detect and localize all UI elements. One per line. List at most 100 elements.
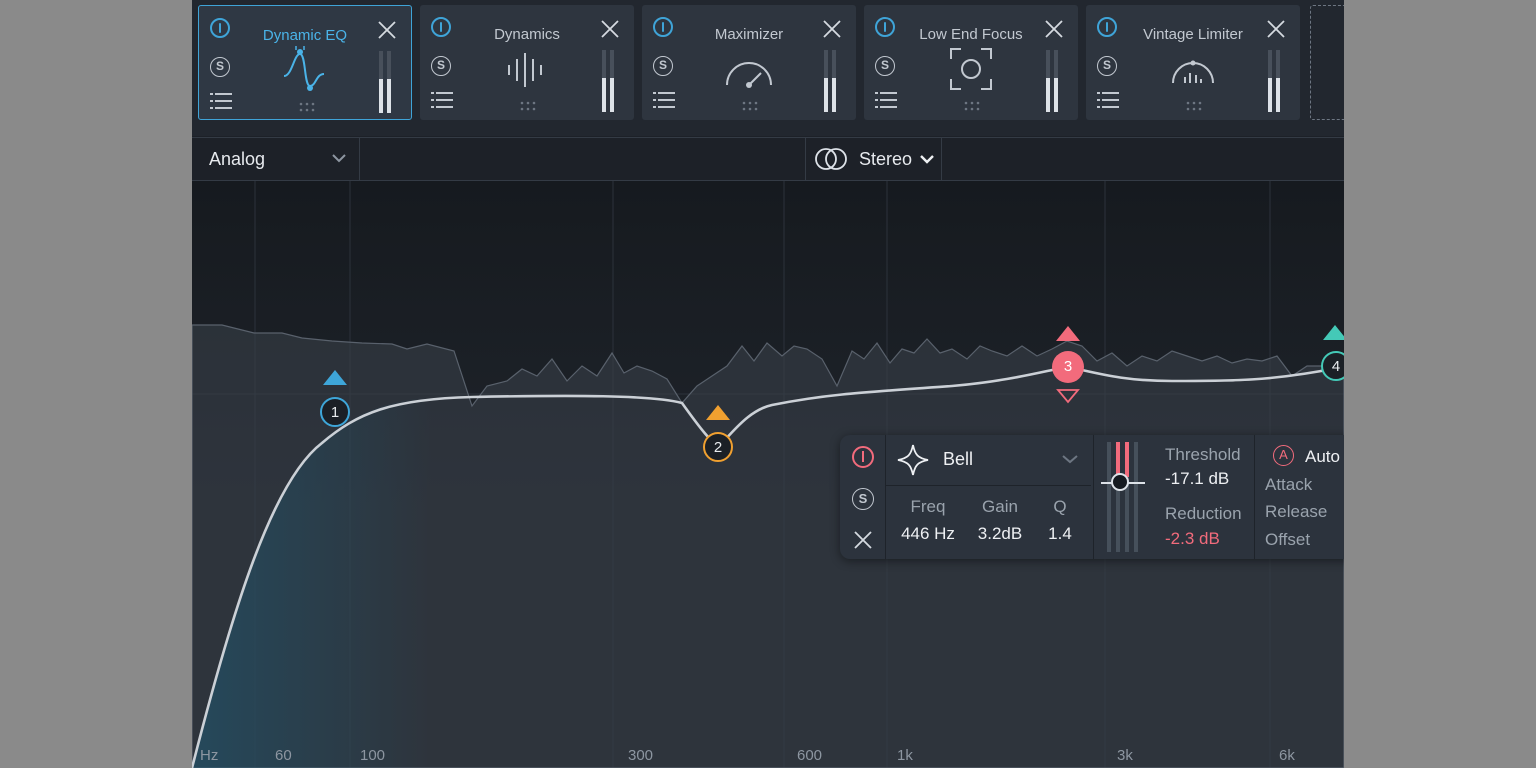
band-1-marker-icon[interactable] <box>323 370 347 385</box>
module-meter <box>602 50 616 112</box>
band-node-2[interactable]: 2 <box>703 432 733 462</box>
attack-label[interactable]: Attack <box>1265 475 1312 495</box>
channel-label: Stereo <box>859 149 913 169</box>
close-icon[interactable] <box>1266 19 1286 39</box>
mode-label: Analog <box>209 149 266 169</box>
channel-dropdown[interactable]: Stereo <box>805 138 942 181</box>
threshold-knob[interactable] <box>1111 473 1129 491</box>
close-icon[interactable] <box>600 19 620 39</box>
band-settings-panel: S Bell Freq 446 Hz Gain 3.2dB Q 1.4 Thre… <box>840 435 1344 559</box>
list-icon[interactable] <box>431 91 453 109</box>
freq-tick-label: 6k <box>1279 747 1295 764</box>
close-icon[interactable] <box>377 20 397 40</box>
mode-dropdown[interactable]: Analog <box>192 138 360 181</box>
power-icon[interactable] <box>1097 17 1117 37</box>
drag-handle-icon[interactable] <box>520 101 536 111</box>
drag-handle-icon[interactable] <box>964 101 980 111</box>
q-value: 1.4 <box>1048 524 1072 543</box>
reduction-value: -2.3 dB <box>1165 529 1220 548</box>
band-freq-field[interactable]: Freq 446 Hz <box>892 497 964 544</box>
release-label[interactable]: Release <box>1265 502 1327 522</box>
freq-label: Freq <box>910 497 946 516</box>
freq-tick-label: 300 <box>628 747 654 764</box>
module-dynamics[interactable]: S Dynamics <box>420 5 634 120</box>
gain-value: 3.2dB <box>977 524 1023 543</box>
freq-tick-label: 60 <box>275 747 292 764</box>
module-vintage-limiter[interactable]: S Vintage Limiter <box>1086 5 1300 120</box>
offset-label[interactable]: Offset <box>1265 530 1310 550</box>
power-icon[interactable] <box>875 17 895 37</box>
drag-handle-icon[interactable] <box>742 101 758 111</box>
module-title: Dynamics <box>494 26 560 43</box>
maximizer-icon <box>726 62 772 88</box>
list-icon[interactable] <box>653 91 675 109</box>
module-dynamic-eq[interactable]: S Dynamic EQ <box>198 5 412 120</box>
solo-icon[interactable]: S <box>653 56 673 76</box>
drag-handle-icon[interactable] <box>1186 101 1202 111</box>
list-icon[interactable] <box>210 92 232 110</box>
add-module-slot[interactable] <box>1310 5 1344 120</box>
module-strip: S Dynamic EQ S Dynamics S Maximizer S Lo… <box>192 0 1344 136</box>
chevron-down-icon <box>332 154 346 163</box>
band-node-4[interactable]: 4 <box>1321 351 1344 381</box>
freq-tick-label: 3k <box>1117 747 1133 764</box>
low-end-focus-icon <box>950 48 992 90</box>
threshold-label: Threshold <box>1165 445 1241 464</box>
solo-icon[interactable]: S <box>875 56 895 76</box>
close-icon[interactable] <box>1044 19 1064 39</box>
band-3-marker-icon[interactable] <box>1056 326 1080 341</box>
drag-handle-icon[interactable] <box>299 102 315 112</box>
band-gain-field[interactable]: Gain 3.2dB <box>968 497 1032 544</box>
dynamics-icon <box>508 53 542 87</box>
band-4-marker-icon[interactable] <box>1323 325 1344 340</box>
list-icon[interactable] <box>875 91 897 109</box>
freq-tick-label: 100 <box>360 747 386 764</box>
bell-shape-icon <box>897 444 929 476</box>
band-q-field[interactable]: Q 1.4 <box>1038 497 1082 544</box>
module-meter <box>1046 50 1060 112</box>
solo-icon[interactable]: S <box>431 56 451 76</box>
dynamic-eq-window: S Dynamic EQ S Dynamics S Maximizer S Lo… <box>192 0 1344 768</box>
freq-tick-label: 600 <box>797 747 823 764</box>
module-maximizer[interactable]: S Maximizer <box>642 5 856 120</box>
band-solo-icon[interactable]: S <box>852 488 874 510</box>
band-power-icon[interactable] <box>852 446 874 468</box>
dynamic-eq-icon <box>283 46 325 91</box>
module-title: Maximizer <box>714 26 784 43</box>
band-node-1[interactable]: 1 <box>320 397 350 427</box>
vintage-limiter-icon <box>1172 60 1214 84</box>
threshold-meter[interactable] <box>1101 442 1145 552</box>
module-meter <box>379 51 393 113</box>
band-shape-dropdown[interactable]: Bell <box>885 435 1091 486</box>
power-icon[interactable] <box>210 18 230 38</box>
q-label: Q <box>1053 497 1067 516</box>
power-icon[interactable] <box>431 17 451 37</box>
gain-label: Gain <box>982 497 1018 516</box>
module-title: Low End Focus <box>919 26 1023 43</box>
threshold-value[interactable]: -17.1 dB <box>1165 469 1229 489</box>
module-title: Dynamic EQ <box>262 27 348 44</box>
close-icon[interactable] <box>822 19 842 39</box>
eq-toolbar: Analog Stereo <box>192 137 1344 181</box>
solo-icon[interactable]: S <box>1097 56 1117 76</box>
auto-label[interactable]: Auto <box>1305 447 1340 467</box>
band-node-3[interactable]: 3 <box>1052 351 1084 383</box>
chevron-down-icon <box>920 155 934 164</box>
freq-tick-label: 1k <box>897 747 913 764</box>
stereo-icon <box>815 148 847 170</box>
chevron-down-icon <box>1062 455 1078 464</box>
module-meter <box>1268 50 1282 112</box>
auto-icon[interactable]: A <box>1273 445 1294 466</box>
power-icon[interactable] <box>653 17 673 37</box>
module-meter <box>824 50 838 112</box>
list-icon[interactable] <box>1097 91 1119 109</box>
freq-value: 446 Hz <box>901 524 955 543</box>
solo-icon[interactable]: S <box>210 57 230 77</box>
close-icon[interactable] <box>852 529 874 551</box>
band-2-marker-icon[interactable] <box>706 405 730 420</box>
reduction-label: Reduction <box>1165 504 1242 523</box>
module-title: Vintage Limiter <box>1143 26 1243 43</box>
band-3-threshold-marker-icon[interactable] <box>1056 388 1080 404</box>
module-low-end-focus[interactable]: S Low End Focus <box>864 5 1078 120</box>
band-shape-label: Bell <box>943 449 974 469</box>
